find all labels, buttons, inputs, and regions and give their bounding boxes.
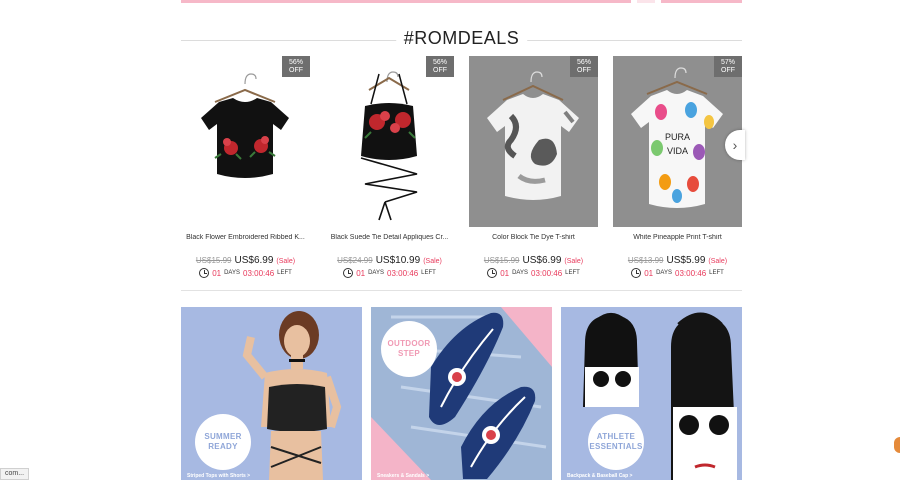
- countdown-timer: 01 DAYS 03:00:46 LEFT: [325, 267, 454, 279]
- promo-banners: SUMMER READY Striped Tops with Shorts > O…: [181, 307, 742, 480]
- left-label: LEFT: [277, 270, 292, 276]
- countdown-time: 03:00:46: [243, 268, 275, 278]
- countdown-days: 01: [212, 268, 222, 278]
- svg-text:PURA: PURA: [665, 132, 690, 142]
- countdown-timer: 01 DAYS 03:00:46 LEFT: [181, 267, 310, 279]
- product-image[interactable]: 56% OFF: [469, 56, 598, 227]
- product-name[interactable]: Color Block Tie Dye T-shirt: [469, 234, 598, 244]
- countdown-timer: 01 DAYS 03:00:46 LEFT: [613, 267, 742, 279]
- section-divider: [181, 290, 742, 291]
- status-bar-url: com...: [0, 468, 30, 480]
- sale-price: US$5.99: [666, 255, 706, 266]
- original-price: US$13.99: [627, 256, 664, 265]
- product-carousel: 56% OFF Black Flower Embroidered Ribbed K…: [181, 56, 742, 282]
- product-name[interactable]: Black Suede Tie Detail Appliques Cr...: [325, 234, 454, 244]
- banner-outdoor-step[interactable]: OUTDOOR STEP Sneakers & Sandals >: [371, 307, 552, 480]
- sale-price: US$6.99: [522, 255, 562, 266]
- countdown-days: 01: [500, 268, 510, 278]
- banner-athlete-essentials[interactable]: ATHLETE ESSENTIALS Backpack & Baseball Ca…: [561, 307, 742, 480]
- banner-tag: SUMMER READY: [195, 414, 251, 470]
- countdown-days: 01: [356, 268, 366, 278]
- banner-summer-ready[interactable]: SUMMER READY Striped Tops with Shorts >: [181, 307, 362, 480]
- original-price: US$15.99: [483, 256, 520, 265]
- left-label: LEFT: [421, 270, 436, 276]
- top-banner-right[interactable]: [661, 0, 742, 3]
- banner-tag: OUTDOOR STEP: [381, 321, 437, 377]
- svg-text:VIDA: VIDA: [667, 146, 688, 156]
- page: #ROMDEALS 56% OFF Black Flower Embroidere…: [0, 0, 900, 480]
- sale-price: US$10.99: [375, 255, 421, 266]
- product-image[interactable]: PURA VIDA 57% OFF: [613, 56, 742, 227]
- section-header: #ROMDEALS: [181, 28, 742, 50]
- banner-tag: ATHLETE ESSENTIALS: [588, 414, 644, 470]
- original-price: US$24.99: [337, 256, 373, 265]
- chevron-right-icon: ›: [732, 137, 738, 153]
- backpack-photo: [583, 312, 737, 480]
- clock-icon: [631, 268, 642, 278]
- clock-icon: [487, 268, 498, 278]
- days-label: DAYS: [512, 270, 528, 276]
- clock-icon: [343, 268, 354, 278]
- product-card[interactable]: 56% OFF Black Suede Tie Detail Appliques …: [325, 56, 454, 282]
- pineapple-tshirt-image: PURA VIDA: [613, 56, 742, 227]
- section-title: #ROMDEALS: [395, 28, 528, 49]
- product-prices: US$15.99 US$6.99 (Sale): [181, 250, 310, 266]
- days-label: DAYS: [368, 270, 384, 276]
- countdown-time: 03:00:46: [387, 268, 419, 278]
- original-price: US$15.99: [195, 256, 232, 265]
- top-banner-mid: [637, 0, 655, 3]
- product-card[interactable]: 56% OFF Black Flower Embroidered Ribbed K…: [181, 56, 310, 282]
- days-label: DAYS: [224, 270, 240, 276]
- countdown-time: 03:00:46: [531, 268, 563, 278]
- left-label: LEFT: [565, 270, 580, 276]
- product-image[interactable]: 56% OFF: [181, 56, 310, 227]
- halter-top-image: [325, 56, 454, 227]
- product-name[interactable]: Black Flower Embroidered Ribbed K...: [181, 234, 310, 244]
- floating-side-widget[interactable]: [894, 437, 900, 453]
- product-prices: US$15.99 US$6.99 (Sale): [469, 250, 598, 266]
- banner-caption[interactable]: Striped Tops with Shorts >: [187, 473, 250, 479]
- clock-icon: [199, 268, 210, 278]
- product-image[interactable]: 56% OFF: [325, 56, 454, 227]
- discount-badge: 56% OFF: [426, 56, 454, 77]
- product-prices: US$24.99 US$10.99 (Sale): [325, 250, 454, 266]
- top-banner-left[interactable]: [181, 0, 631, 3]
- product-name[interactable]: White Pineapple Print T-shirt: [613, 234, 742, 244]
- top-banner-strip[interactable]: [181, 0, 742, 3]
- tie-dye-tshirt-image: [469, 56, 598, 227]
- countdown-timer: 01 DAYS 03:00:46 LEFT: [469, 267, 598, 279]
- product-card[interactable]: PURA VIDA 57% OFF White Pineapple Print T…: [613, 56, 742, 282]
- countdown-time: 03:00:46: [675, 268, 707, 278]
- product-card[interactable]: 56% OFF Color Block Tie Dye T-shirt US$15…: [469, 56, 598, 282]
- sale-price: US$6.99: [234, 255, 274, 266]
- discount-badge: 56% OFF: [282, 56, 310, 77]
- discount-badge: 56% OFF: [570, 56, 598, 77]
- left-label: LEFT: [709, 270, 724, 276]
- banner-caption[interactable]: Sneakers & Sandals >: [377, 473, 429, 479]
- sale-label: (Sale): [564, 258, 584, 265]
- banner-caption[interactable]: Backpack & Baseball Cap >: [567, 473, 632, 479]
- sale-label: (Sale): [423, 258, 442, 265]
- days-label: DAYS: [656, 270, 672, 276]
- black-crop-top-image: [181, 56, 310, 227]
- discount-badge: 57% OFF: [714, 56, 742, 77]
- countdown-days: 01: [644, 268, 654, 278]
- product-prices: US$13.99 US$5.99 (Sale): [613, 250, 742, 266]
- sale-label: (Sale): [276, 258, 296, 265]
- sale-label: (Sale): [708, 258, 728, 265]
